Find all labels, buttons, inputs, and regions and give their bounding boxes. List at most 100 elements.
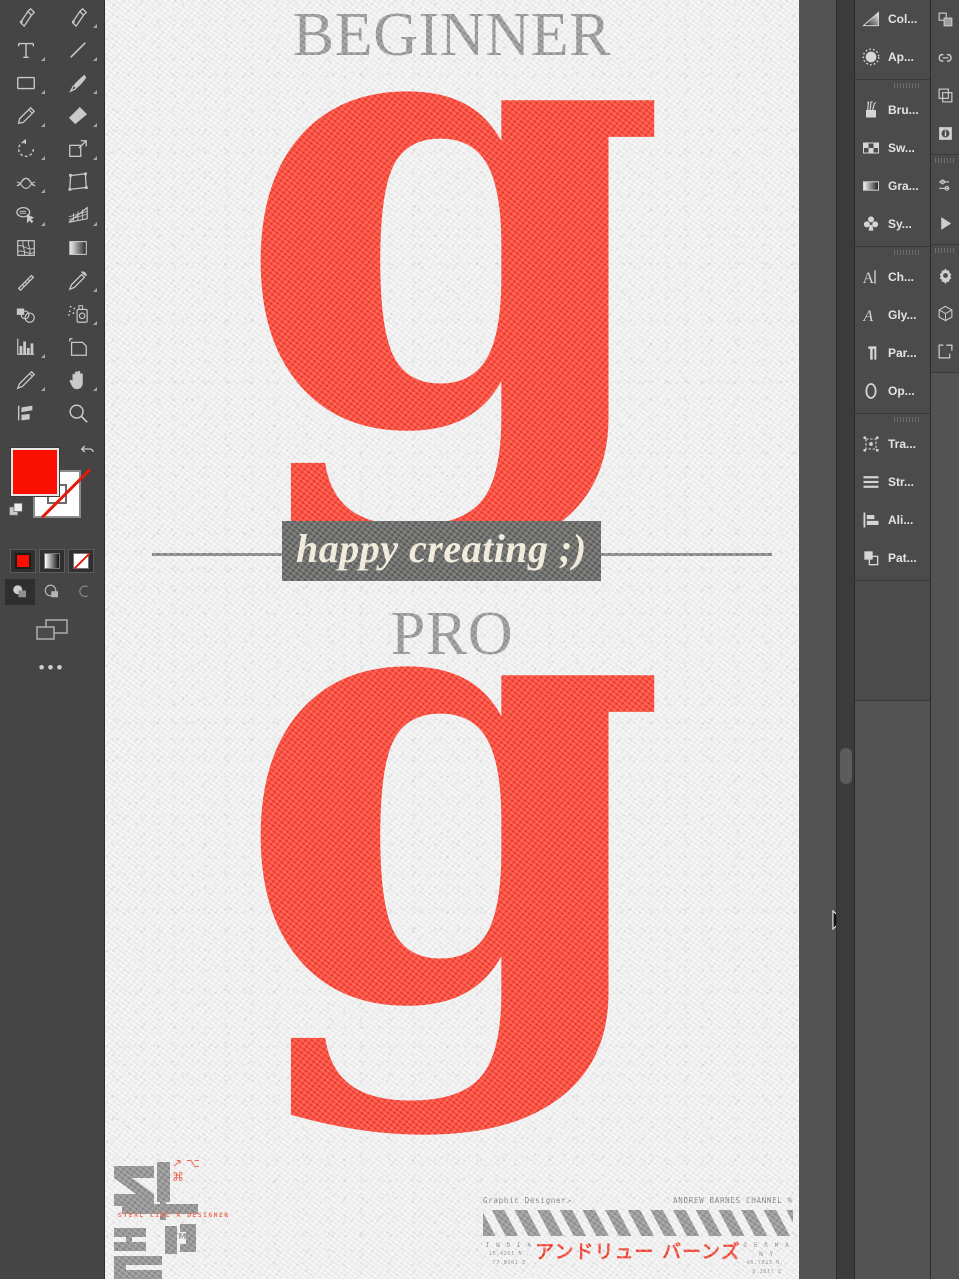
default-fill-stroke-icon[interactable] — [8, 501, 26, 519]
slice-tool[interactable] — [0, 363, 52, 396]
fill-stroke-swatches — [0, 435, 104, 545]
panel-asset-export[interactable] — [931, 332, 959, 370]
draw-normal-button[interactable] — [5, 579, 35, 605]
swatches-grid-icon — [863, 142, 879, 154]
stroke-lines-icon — [863, 476, 879, 488]
hand-tool[interactable] — [52, 363, 104, 396]
rail-group-grip[interactable] — [931, 245, 959, 256]
scale-tool[interactable] — [52, 132, 104, 165]
rail-group-3 — [931, 245, 959, 373]
panel-graphic-styles[interactable] — [931, 256, 959, 294]
vertical-scrollbar-thumb[interactable] — [840, 748, 852, 784]
credit-country-right: G E R M A N Y — [743, 1242, 791, 1258]
panel-pathfinder-label: Pat... — [888, 551, 917, 565]
screen-mode-row — [0, 617, 104, 643]
flyout-indicator — [41, 189, 45, 193]
logo-tagline: STEAL LIKE A DESIGNER — [118, 1211, 230, 1219]
flyout-indicator — [41, 123, 45, 127]
svg-text:A: A — [863, 308, 874, 325]
logo-shortcut-bottom: ⌘ — [172, 1170, 184, 1184]
none-swatch-icon — [73, 553, 89, 569]
perspective-grid-tool[interactable] — [52, 198, 104, 231]
swap-fill-stroke-icon[interactable] — [78, 443, 96, 461]
symbol-sprayer-tool[interactable] — [52, 297, 104, 330]
flyout-indicator — [41, 387, 45, 391]
curvature-tool[interactable] — [0, 0, 52, 33]
cube-icon — [938, 305, 952, 321]
rectangle-tool[interactable] — [0, 66, 52, 99]
link-libraries-icon — [938, 53, 952, 62]
none-mode-button[interactable] — [68, 549, 94, 573]
width-tool[interactable] — [0, 165, 52, 198]
sliders-icon — [938, 179, 949, 191]
draw-inside-button[interactable] — [69, 579, 99, 605]
flyout-indicator — [41, 57, 45, 61]
artboard[interactable]: BEGINNER g happy creating ;) PRO g ↗ ⌥ ⌘… — [105, 0, 799, 1279]
panel-paragraph-label: Par... — [888, 346, 917, 360]
eraser-tool[interactable] — [52, 99, 104, 132]
credit-role: Graphic Designer↗ — [483, 1196, 572, 1205]
rail-group-1 — [931, 0, 959, 155]
panel-artboards[interactable] — [931, 76, 959, 114]
credit-name-jp: アンドリュー バーンズ — [535, 1241, 741, 1263]
stacked-shapes-tool[interactable] — [0, 396, 52, 429]
letter-g-pro[interactable]: g — [105, 470, 799, 1090]
type-tool[interactable] — [0, 33, 52, 66]
tools-panel: ••• — [0, 0, 105, 1279]
canvas-area[interactable]: BEGINNER g happy creating ;) PRO g ↗ ⌥ ⌘… — [105, 0, 854, 1279]
credit-coord-right: 48.7823 N , 9.1817 E — [746, 1260, 788, 1275]
glyphs-script-a-icon: A — [863, 308, 874, 325]
blend-tool[interactable] — [0, 297, 52, 330]
eyedropper-tool[interactable] — [52, 264, 104, 297]
panel-opentype-label: Op... — [888, 384, 915, 398]
panel-properties[interactable] — [931, 166, 959, 204]
free-transform-tool[interactable] — [52, 165, 104, 198]
tool-grid — [0, 0, 104, 429]
rail-group-grip[interactable] — [931, 155, 959, 166]
flyout-indicator — [41, 354, 45, 358]
panel-layers[interactable] — [931, 0, 959, 38]
panel-glyphs-label: Gly... — [888, 308, 917, 322]
pathfinder-squares-icon — [864, 551, 879, 566]
panel-actions[interactable] — [931, 204, 959, 242]
gradient-mode-button[interactable] — [39, 549, 65, 573]
color-swatch-icon — [15, 553, 31, 569]
shape-builder-tool[interactable] — [0, 198, 52, 231]
eyedropper-measure-tool[interactable] — [0, 264, 52, 297]
column-graph-tool[interactable] — [0, 330, 52, 363]
panel-libraries[interactable] — [931, 38, 959, 76]
align-left-icon — [863, 512, 879, 528]
pen-tool[interactable] — [52, 0, 104, 33]
appearance-circle-icon — [862, 48, 880, 66]
artboard-tool[interactable] — [52, 330, 104, 363]
fill-swatch[interactable] — [10, 447, 60, 497]
panel-appearance-label: Ap... — [888, 50, 914, 64]
gradient-tool[interactable] — [52, 231, 104, 264]
panel-swatches-label: Sw... — [888, 141, 915, 155]
panel-symbols-label: Sy... — [888, 217, 912, 231]
panel-gradient-label: Gra... — [888, 179, 919, 193]
line-segment-tool[interactable] — [52, 33, 104, 66]
logo-shortcut-top: ↗ ⌥ — [172, 1156, 200, 1170]
mesh-tool[interactable] — [0, 231, 52, 264]
color-mode-button[interactable] — [10, 549, 36, 573]
draw-mode-row — [0, 579, 104, 605]
symbols-clover-icon — [863, 216, 879, 231]
panel-document-info[interactable] — [931, 114, 959, 152]
flyout-indicator — [93, 57, 97, 61]
pencil-tool[interactable] — [0, 99, 52, 132]
rotate-tool[interactable] — [0, 132, 52, 165]
panel-3d[interactable] — [931, 294, 959, 332]
edit-toolbar-button[interactable]: ••• — [0, 659, 104, 676]
rail-group-2 — [931, 155, 959, 245]
zoom-tool[interactable] — [52, 396, 104, 429]
flyout-indicator — [41, 222, 45, 226]
flyout-indicator — [93, 24, 97, 28]
draw-behind-button[interactable] — [37, 579, 67, 605]
gradient-bar-icon — [863, 181, 879, 191]
paintbrush-tool[interactable] — [52, 66, 104, 99]
flyout-indicator — [93, 156, 97, 160]
screen-mode-button[interactable] — [34, 617, 70, 643]
vertical-scrollbar[interactable] — [836, 0, 854, 1279]
artboard-bracket-icon — [938, 344, 952, 358]
